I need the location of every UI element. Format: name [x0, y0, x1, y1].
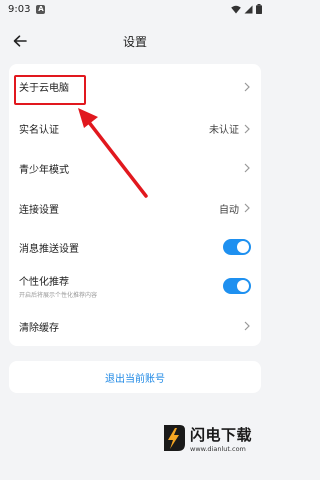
- notification-a-icon: A: [36, 4, 46, 14]
- setting-label-push: 消息推送设置: [19, 243, 79, 255]
- toggle-knob: [237, 241, 249, 253]
- push-toggle[interactable]: [223, 239, 251, 255]
- setting-row-push: 消息推送设置: [9, 228, 261, 266]
- setting-text-personalization: 个性化推荐 开启后将展示个性化推荐内容: [19, 273, 97, 299]
- settings-card: 关于云电脑 实名认证 未认证 青少年模式 连接设置 自动 消息推送设置 个性化推…: [9, 64, 261, 346]
- watermark-title: 闪电下载: [190, 425, 253, 444]
- chevron-right-icon: [244, 321, 250, 331]
- signal-icon: [244, 5, 253, 13]
- chevron-right-icon: [244, 124, 250, 133]
- setting-label-connection: 连接设置: [19, 204, 59, 216]
- logout-label: 退出当前账号: [105, 373, 165, 385]
- watermark: 闪电下载 www.dianlut.com: [160, 416, 270, 460]
- setting-row-teen-mode[interactable]: 青少年模式: [9, 148, 261, 188]
- setting-row-connection[interactable]: 连接设置 自动: [9, 188, 261, 228]
- page-title: 设置: [122, 34, 147, 49]
- setting-row-realname[interactable]: 实名认证 未认证: [9, 109, 261, 148]
- battery-icon: [256, 4, 262, 14]
- setting-value-realname: 未认证: [209, 125, 239, 136]
- setting-label-teen-mode: 青少年模式: [19, 164, 69, 176]
- status-icons: [231, 4, 262, 14]
- setting-label-clear-cache: 清除缓存: [19, 322, 59, 334]
- setting-label-personalization: 个性化推荐: [19, 277, 69, 288]
- status-time: 9:03: [8, 3, 31, 15]
- setting-label-realname: 实名认证: [19, 125, 59, 136]
- status-bar: 9:03 A: [0, 0, 270, 18]
- chevron-right-icon: [244, 163, 250, 173]
- setting-row-personalization: 个性化推荐 开启后将展示个性化推荐内容: [9, 266, 261, 306]
- back-button[interactable]: [10, 31, 30, 51]
- watermark-url: www.dianlut.com: [190, 444, 246, 453]
- setting-sublabel-personalization: 开启后将展示个性化推荐内容: [19, 292, 98, 299]
- personalization-toggle[interactable]: [223, 278, 251, 294]
- toggle-knob: [237, 280, 249, 292]
- lightning-logo-icon: [164, 425, 185, 451]
- header: 设置: [0, 28, 270, 54]
- setting-row-clear-cache[interactable]: 清除缓存: [9, 306, 261, 346]
- arrow-left-icon: [13, 35, 27, 47]
- highlight-box: [14, 75, 86, 105]
- wifi-icon: [231, 5, 241, 13]
- chevron-right-icon: [244, 203, 250, 213]
- logout-button[interactable]: 退出当前账号: [9, 361, 261, 393]
- chevron-right-icon: [244, 82, 250, 91]
- setting-value-connection: 自动: [219, 204, 239, 216]
